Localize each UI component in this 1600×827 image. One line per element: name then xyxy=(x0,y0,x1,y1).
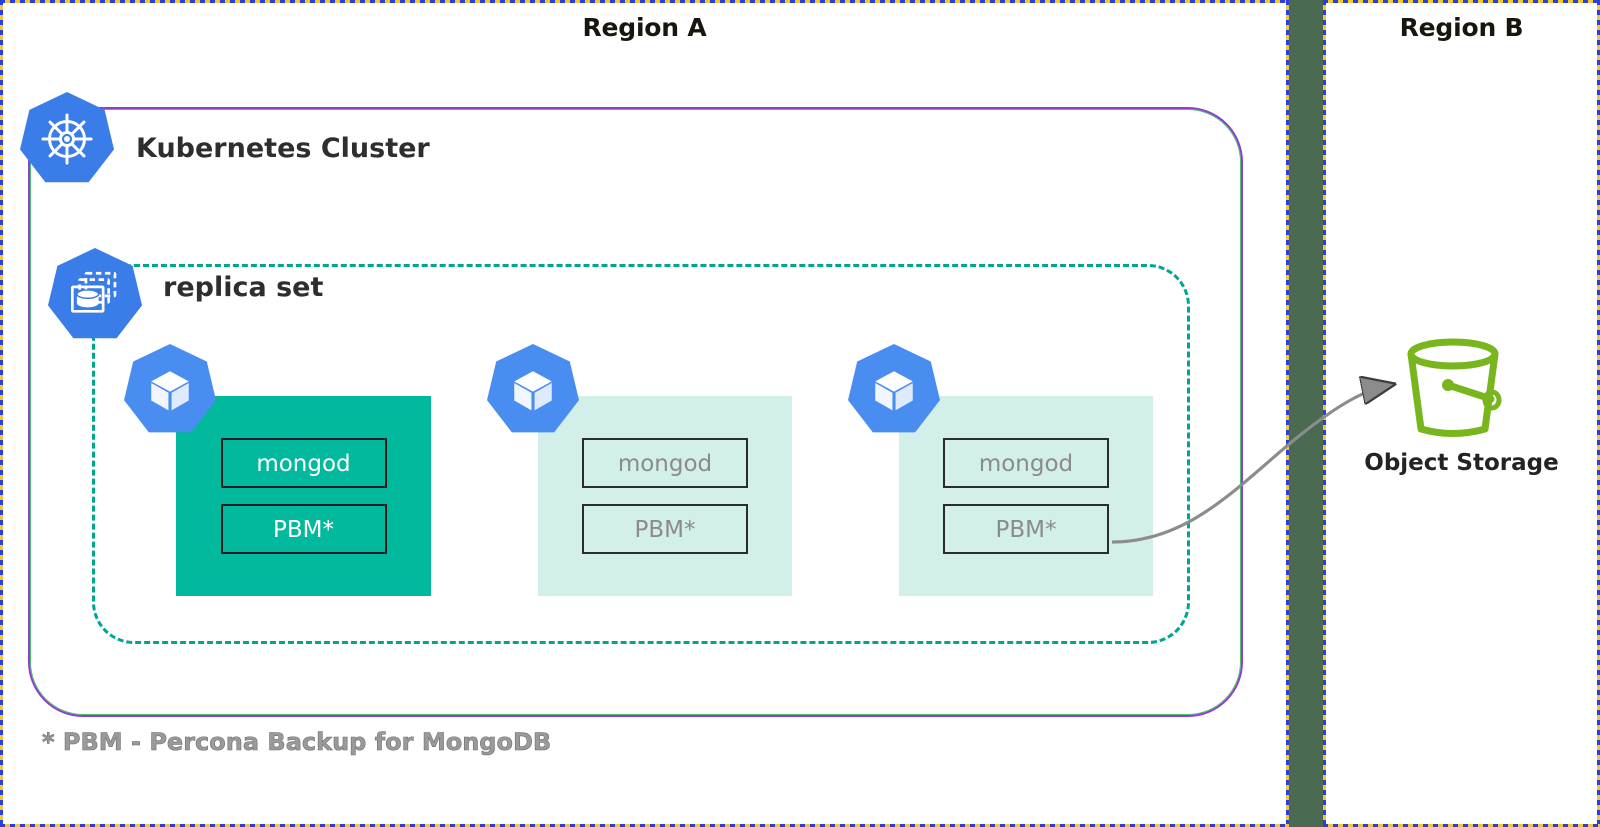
pod-2-container-mongod[interactable]: mongod xyxy=(582,438,748,488)
object-storage-label: Object Storage xyxy=(1364,450,1559,476)
region-a-border-left xyxy=(0,0,3,827)
pod-3-container-mongod[interactable]: mongod xyxy=(943,438,1109,488)
footnote-pbm-legend: * PBM - Percona Backup for MongoDB xyxy=(42,728,552,757)
region-b-border-left xyxy=(1323,0,1326,827)
pod-secondary-2[interactable]: mongod PBM* xyxy=(899,396,1153,596)
pod-1-container-pbm[interactable]: PBM* xyxy=(220,504,387,554)
region-a-border-right xyxy=(1286,0,1289,827)
pod-2-container-pbm[interactable]: PBM* xyxy=(582,504,748,554)
pod-3-container-pbm[interactable]: PBM* xyxy=(943,504,1109,554)
region-a-panel[interactable]: Region A Kubernetes Cluster replica set … xyxy=(0,0,1289,827)
bucket-icon[interactable] xyxy=(1399,337,1507,441)
region-b-title: Region B xyxy=(1399,13,1524,42)
pod-1-container-mongod[interactable]: mongod xyxy=(220,438,387,488)
kubernetes-cluster-label: Kubernetes Cluster xyxy=(136,133,430,164)
replica-set-label: replica set xyxy=(157,272,330,303)
pod-primary[interactable]: mongod PBM* xyxy=(176,396,431,596)
region-a-title: Region A xyxy=(582,13,707,42)
pod-secondary-1[interactable]: mongod PBM* xyxy=(538,396,792,596)
diagram-canvas: Region A Kubernetes Cluster replica set … xyxy=(0,0,1600,827)
